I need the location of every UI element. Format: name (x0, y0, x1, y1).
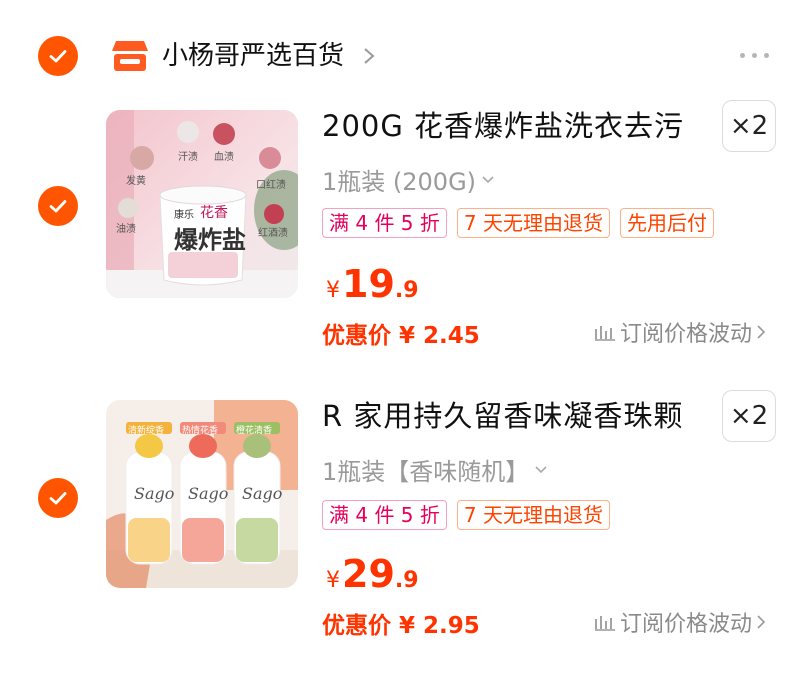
price-decimal: .9 (394, 278, 419, 303)
tag-list: 满 4 件 5 折 7 天无理由退货 先用后付 (322, 208, 714, 238)
spec-selector[interactable]: 1瓶装【香味随机】 (322, 452, 547, 487)
shop-name[interactable]: 小杨哥严选百货 (162, 36, 344, 76)
image-stain-label: 汗渍 (178, 152, 198, 163)
spec-label: 1瓶装【香味随机】 (322, 458, 530, 486)
image-stain-label: 红酒渍 (258, 228, 288, 239)
price-watch-link[interactable]: 订阅价格波动 (594, 316, 766, 348)
item-select-checkbox[interactable] (38, 478, 78, 518)
discount-tag: 满 4 件 5 折 (322, 208, 447, 238)
spec-selector[interactable]: 1瓶装 (200G) (322, 162, 494, 197)
image-label-brand: 康乐 (174, 210, 194, 221)
quantity-selector[interactable]: ×2 (722, 100, 776, 152)
chevron-right-icon (757, 615, 766, 629)
bottle-brand: Sago (134, 484, 175, 503)
checkmark-icon (49, 492, 67, 505)
shop-header[interactable]: 小杨哥严选百货 (0, 0, 800, 110)
image-stain-label: 血渍 (214, 152, 234, 163)
store-icon (112, 41, 148, 71)
promo-price: 优惠价 ¥ 2.95 (322, 613, 480, 639)
checkmark-icon (49, 50, 67, 63)
return-policy-tag: 7 天无理由退货 (456, 500, 610, 530)
chevron-right-icon (757, 325, 766, 339)
bottle-label: 橙花清香 (236, 426, 273, 436)
bottle-label: 热情花香 (182, 426, 219, 436)
image-stain-label: 发黄 (126, 176, 146, 187)
price: ¥ 29 .9 (326, 552, 419, 596)
shop-select-checkbox[interactable] (38, 36, 78, 76)
pay-later-tag: 先用后付 (619, 208, 714, 238)
price-trend-icon (595, 616, 615, 631)
item-select-checkbox[interactable] (38, 186, 78, 226)
price-watch-label: 订阅价格波动 (620, 322, 753, 347)
more-options-icon[interactable] (740, 53, 769, 58)
price-currency: ¥ (326, 568, 340, 593)
chevron-down-icon (482, 175, 494, 183)
discount-tag: 满 4 件 5 折 (322, 500, 447, 530)
image-stain-label: 口红渍 (256, 180, 286, 191)
price-integer: 29 (342, 552, 395, 596)
bottle-brand: Sago (242, 484, 283, 503)
price-watch-link[interactable]: 订阅价格波动 (594, 606, 766, 638)
bottle-label: 清新绽香 (128, 426, 165, 436)
image-label-name: 爆炸盐 (174, 225, 246, 254)
bottle-brand: Sago (188, 484, 229, 503)
tag-list: 满 4 件 5 折 7 天无理由退货 (322, 500, 610, 530)
price-decimal: .9 (394, 568, 419, 593)
return-policy-tag: 7 天无理由退货 (456, 208, 610, 238)
product-image[interactable]: 康乐 花香 爆炸盐 发黄 汗渍 血渍 口红渍 油渍 红酒渍 (106, 110, 298, 298)
spec-label: 1瓶装 (200G) (322, 168, 477, 196)
product-image[interactable]: 清新绽香 热情花香 橙花清香 Sago Sago Sago (106, 400, 298, 588)
image-stain-label: 油渍 (116, 224, 136, 235)
image-label-product: 花香 (200, 205, 228, 221)
price-integer: 19 (342, 262, 395, 306)
checkmark-icon (49, 200, 67, 213)
price: ¥ 19 .9 (326, 262, 419, 306)
price-trend-icon (595, 326, 615, 341)
quantity-selector[interactable]: ×2 (722, 390, 776, 442)
promo-price: 优惠价 ¥ 2.45 (322, 323, 480, 349)
product-title[interactable]: R 家用持久留香味凝香珠颗 (322, 394, 683, 438)
chevron-down-icon (535, 465, 547, 473)
product-title[interactable]: 200G 花香爆炸盐洗衣去污 (322, 104, 684, 148)
price-currency: ¥ (326, 278, 340, 303)
price-watch-label: 订阅价格波动 (620, 612, 753, 637)
chevron-right-icon[interactable] (362, 46, 376, 66)
